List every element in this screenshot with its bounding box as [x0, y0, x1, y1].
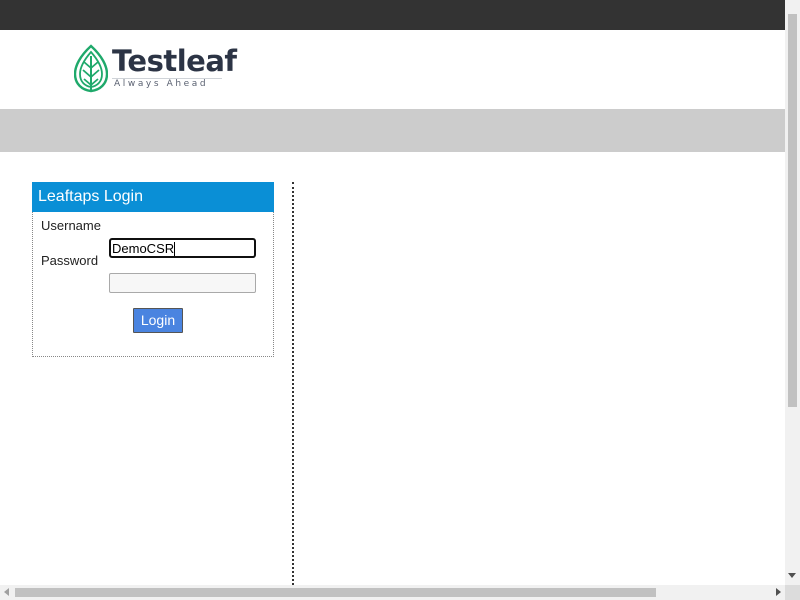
text-caret [174, 242, 175, 256]
username-input[interactable] [109, 238, 256, 258]
password-label: Password [41, 253, 99, 268]
password-input[interactable] [109, 273, 256, 293]
nav-band [0, 109, 785, 152]
logo-tagline: Always Ahead [114, 79, 209, 89]
chevron-left-icon[interactable] [4, 588, 9, 596]
login-button[interactable]: Login [133, 308, 183, 333]
page-viewport: Testleaf Always Ahead Leaftaps Login Use… [0, 0, 785, 585]
leaf-icon [74, 44, 108, 93]
vertical-scroll-thumb[interactable] [788, 14, 797, 407]
testleaf-logo[interactable]: Testleaf Always Ahead [74, 44, 237, 94]
username-label: Username [41, 218, 101, 233]
vertical-divider [292, 182, 294, 585]
login-form: Leaftaps Login Username Password Login [32, 182, 274, 357]
scrollbar-corner [785, 585, 800, 600]
horizontal-scroll-thumb[interactable] [15, 588, 656, 597]
login-title: Leaftaps Login [32, 182, 274, 212]
header: Testleaf Always Ahead [0, 30, 785, 109]
chevron-down-icon[interactable] [788, 573, 796, 578]
logo-wordmark: Testleaf [112, 44, 237, 78]
top-bar [0, 0, 785, 30]
chevron-right-icon[interactable] [776, 588, 781, 596]
